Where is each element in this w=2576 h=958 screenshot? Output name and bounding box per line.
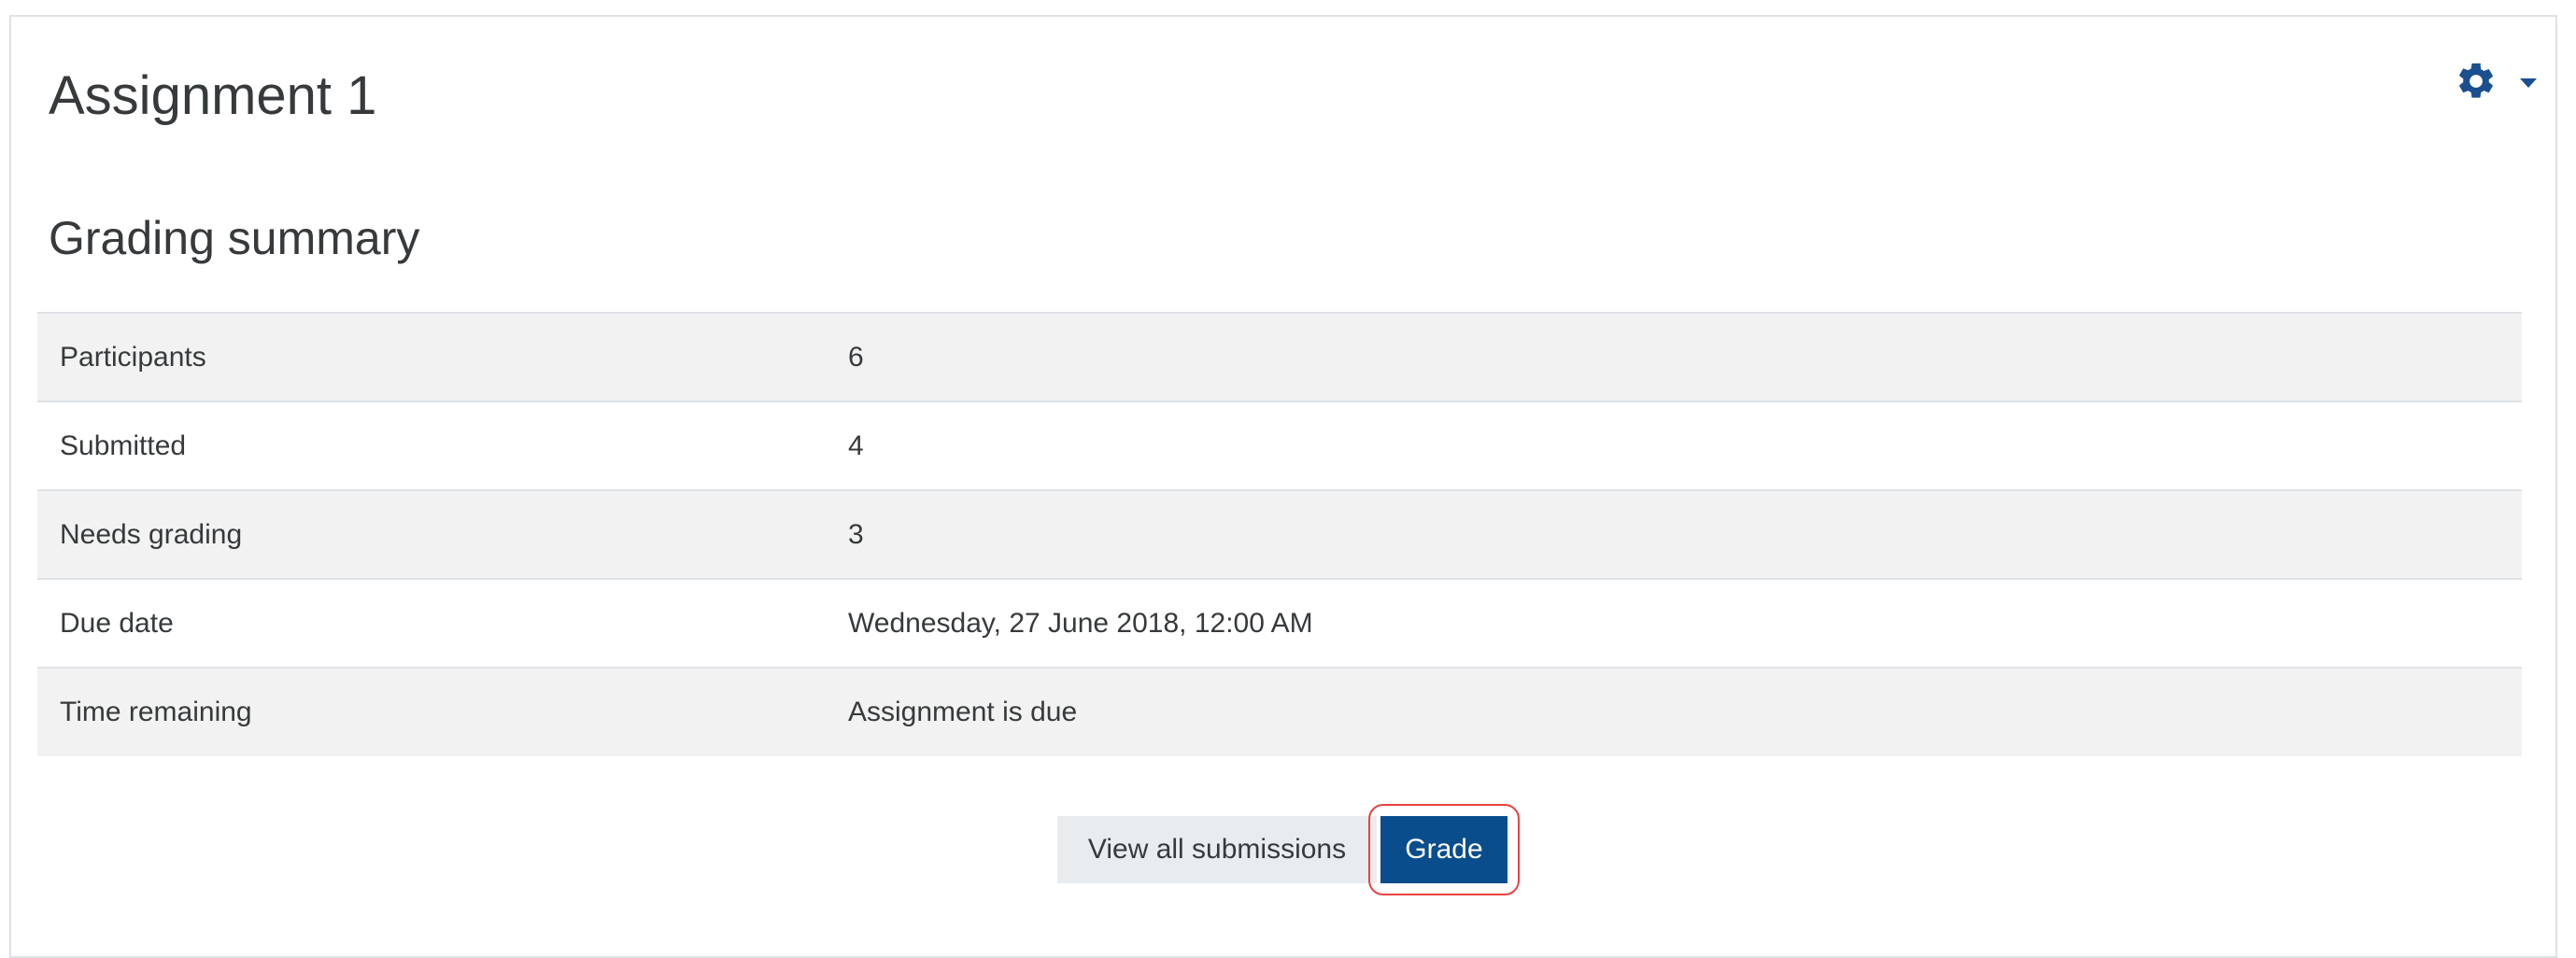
row-label: Due date [37,578,826,668]
page-title: Assignment 1 [49,65,377,126]
row-value: 6 [826,312,2522,402]
caret-down-icon [2520,78,2537,88]
row-value: 4 [826,401,2522,490]
row-value: Assignment is due [826,667,2522,756]
row-label: Submitted [37,401,826,490]
row-value: Wednesday, 27 June 2018, 12:00 AM [826,578,2522,668]
table-row: Due date Wednesday, 27 June 2018, 12:00 … [37,578,2522,668]
section-title: Grading summary [49,212,420,264]
grade-button[interactable]: Grade [1380,816,1507,883]
row-label: Participants [37,312,826,402]
row-label: Needs grading [37,489,826,579]
table-row: Submitted 4 [37,401,2522,490]
settings-menu-toggle[interactable] [2440,54,2542,110]
table-row: Needs grading 3 [37,489,2522,579]
view-all-submissions-button[interactable]: View all submissions [1057,816,1377,883]
row-label: Time remaining [37,667,826,756]
gear-icon [2459,63,2493,98]
row-value: 3 [826,489,2522,579]
table-row: Time remaining Assignment is due [37,667,2522,756]
table-row: Participants 6 [37,312,2522,402]
grading-summary-table: Participants 6 Submitted 4 Needs grading… [37,312,2522,756]
